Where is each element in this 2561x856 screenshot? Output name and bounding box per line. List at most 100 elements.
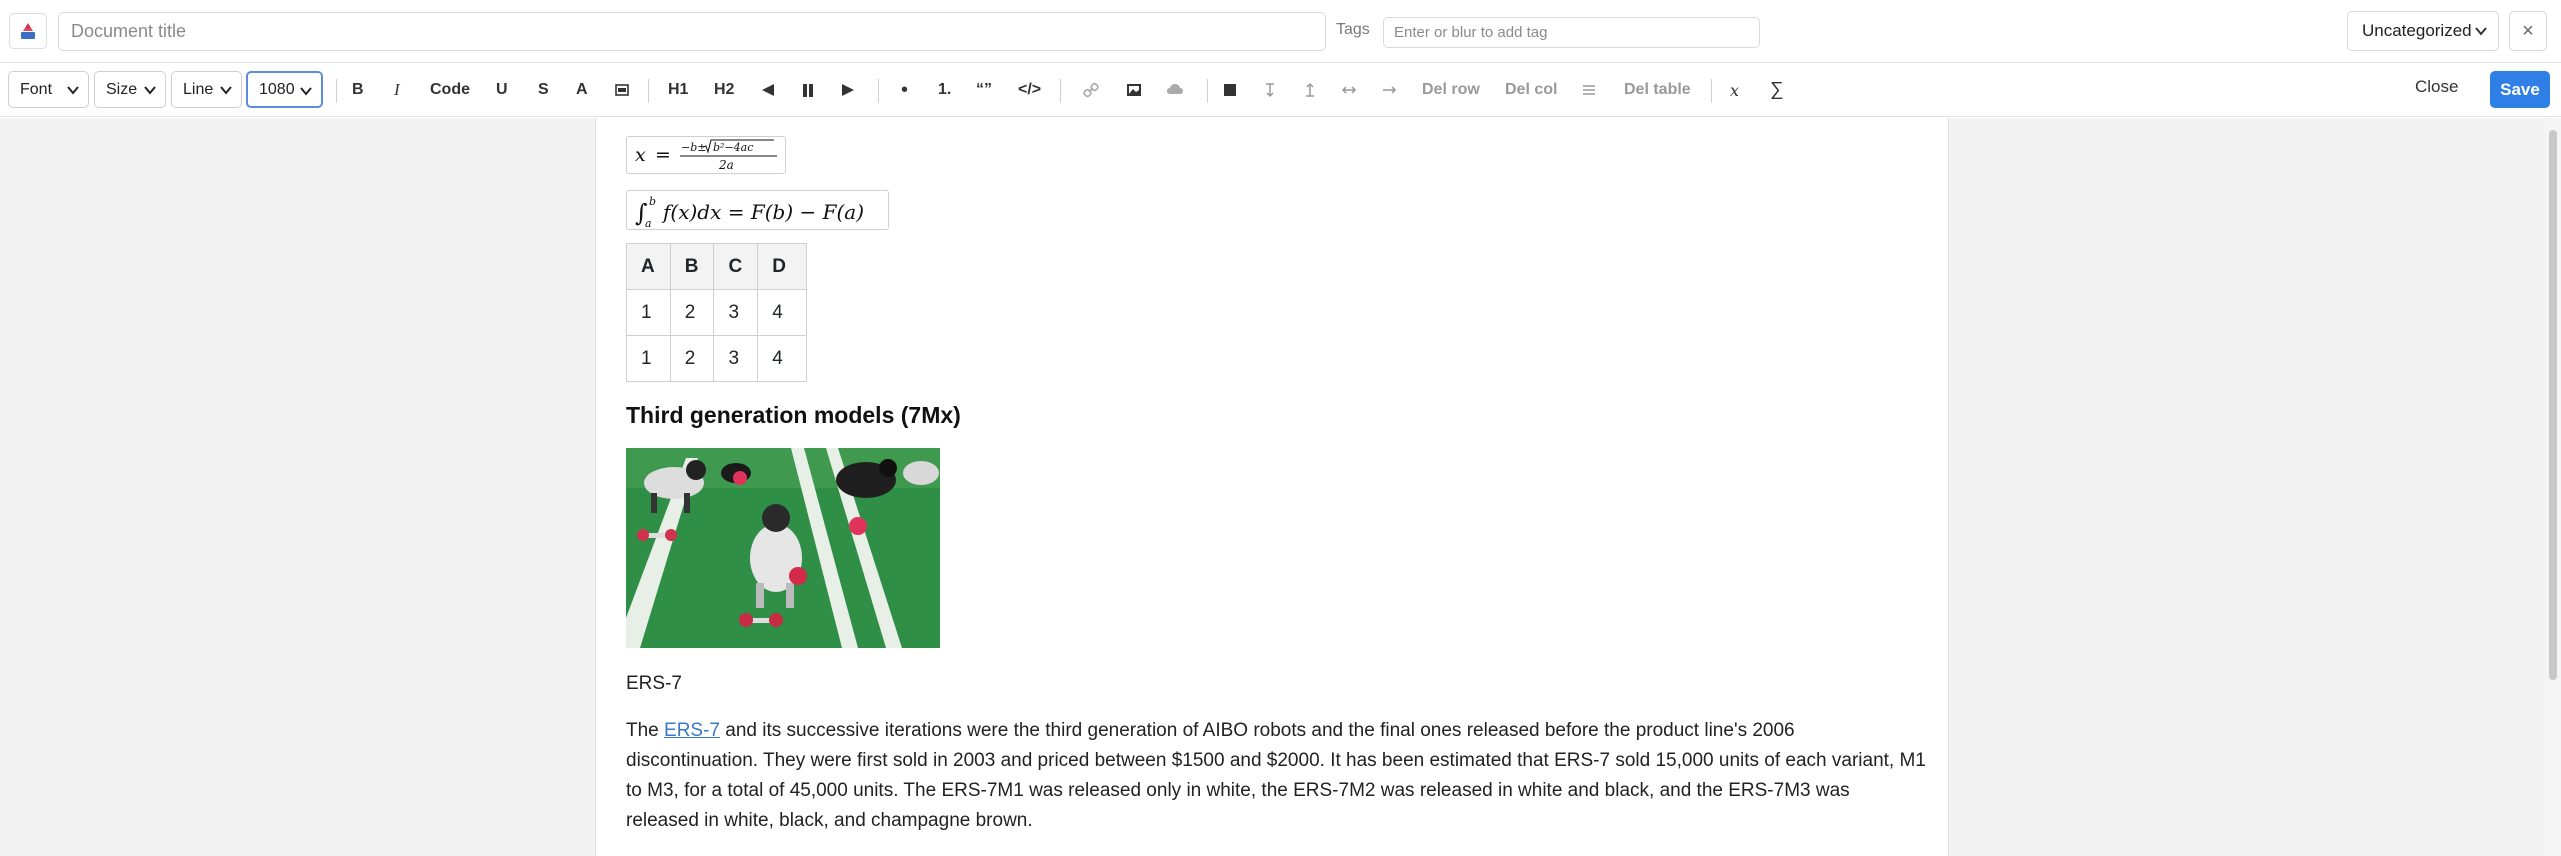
image-icon [1127, 84, 1141, 96]
image-caption: ERS-7 [626, 673, 682, 694]
insert-image-button[interactable] [1126, 77, 1142, 103]
inline-code-button[interactable]: Code [430, 77, 470, 103]
row-insert-below-icon [1306, 82, 1314, 97]
math-block-integral[interactable]: ∫ b a f(x)dx = F(b) − F(a) [626, 190, 889, 230]
highlight-button[interactable] [614, 77, 630, 103]
font-select[interactable]: Font [8, 71, 89, 108]
strikethrough-button[interactable]: S [538, 77, 549, 103]
table-row: 1 2 3 4 [626, 335, 807, 382]
insert-table-button[interactable] [1223, 77, 1237, 103]
table-header-row: A B C D [626, 243, 807, 290]
delete-column-button[interactable]: Del col [1505, 77, 1557, 103]
text-color-button[interactable]: A [576, 77, 588, 103]
merge-cells-icon [1583, 85, 1595, 95]
table-cell[interactable]: 4 [757, 289, 807, 336]
delete-table-button[interactable]: Del table [1624, 77, 1691, 103]
table-header-cell[interactable]: C [713, 243, 759, 290]
highlight-icon [615, 84, 629, 96]
svg-text:2a: 2a [718, 158, 734, 172]
table-cell[interactable]: 3 [713, 335, 759, 382]
font-select-label: Font [20, 80, 53, 98]
table-header-cell[interactable]: D [757, 243, 807, 290]
upload-cloud-button[interactable] [1166, 77, 1184, 103]
size-select[interactable]: Size [94, 71, 166, 108]
table-cell[interactable]: 3 [713, 289, 759, 336]
link-icon [1083, 82, 1099, 98]
underline-button[interactable]: U [496, 77, 508, 103]
section-heading: Third generation models (7Mx) [626, 402, 961, 428]
ordered-list-button[interactable]: 1. [938, 77, 951, 103]
block-math-button[interactable]: ∑ [1770, 77, 1784, 103]
page-width-select[interactable]: 1080 [246, 71, 323, 108]
heading1-button[interactable]: H1 [668, 77, 688, 103]
svg-text:−b±: −b± [681, 141, 706, 154]
tag-input[interactable] [1383, 17, 1760, 48]
toolbar-divider [1207, 79, 1208, 103]
header-bar: Tags Uncategorized × [0, 0, 2561, 63]
svg-text:f(x)dx = F(b) − F(a): f(x)dx = F(b) − F(a) [661, 200, 864, 224]
ers7-link[interactable]: ERS-7 [664, 720, 720, 741]
svg-text:a: a [645, 217, 652, 230]
document-title-input[interactable] [58, 12, 1326, 51]
app-logo-icon [21, 23, 35, 39]
table-cell[interactable]: 1 [626, 335, 671, 382]
vertical-scrollbar[interactable] [2545, 118, 2561, 856]
add-row-after-button[interactable] [1304, 77, 1316, 103]
document-page[interactable]: x = −b± b²−4ac 2a ∫ b a f(x)dx = F(b) − … [595, 118, 1949, 856]
code-block-button[interactable]: </> [1018, 77, 1041, 103]
photo-render [626, 448, 940, 648]
merge-cells-button[interactable] [1582, 77, 1596, 103]
heading2-button[interactable]: H2 [714, 77, 734, 103]
math-block-quadratic[interactable]: x = −b± b²−4ac 2a [626, 136, 786, 174]
toolbar-divider [878, 79, 879, 103]
table-cell[interactable]: 2 [669, 335, 715, 382]
svg-text:b²−4ac: b²−4ac [713, 141, 753, 154]
add-row-before-button[interactable] [1264, 77, 1276, 103]
app-logo-button[interactable] [9, 13, 47, 49]
svg-text:=: = [655, 144, 671, 166]
inline-math-button[interactable]: x [1730, 77, 1739, 103]
table-cell[interactable]: 4 [757, 335, 807, 382]
table-header-cell[interactable]: A [626, 243, 671, 290]
save-button[interactable]: Save [2490, 71, 2550, 108]
editor-canvas: x = −b± b²−4ac 2a ∫ b a f(x)dx = F(b) − … [0, 118, 2561, 856]
table-icon [1224, 84, 1236, 96]
data-table[interactable]: A B C D 1 2 3 4 1 2 3 4 [626, 243, 807, 382]
italic-button[interactable]: I [394, 77, 400, 103]
scrollbar-thumb[interactable] [2549, 130, 2557, 680]
robot-dogs-photo[interactable] [626, 448, 940, 648]
svg-text:x: x [635, 144, 646, 166]
page-width-value: 1080 [259, 80, 295, 98]
align-right-button[interactable] [840, 77, 856, 103]
toolbar-divider [1060, 79, 1061, 103]
table-header-cell[interactable]: B [669, 243, 715, 290]
align-center-button[interactable] [801, 77, 815, 103]
line-height-select[interactable]: Line [171, 71, 242, 108]
category-select[interactable]: Uncategorized [2347, 11, 2499, 51]
paragraph-text: and its successive iterations were the t… [626, 720, 1926, 831]
bullet-list-button[interactable]: • [901, 77, 908, 103]
category-value: Uncategorized [2362, 21, 2472, 40]
add-col-before-button[interactable] [1341, 77, 1357, 103]
link-button[interactable] [1083, 77, 1099, 103]
align-left-button[interactable] [760, 77, 776, 103]
table-row: 1 2 3 4 [626, 289, 807, 336]
row-insert-above-icon [1266, 83, 1274, 98]
chevron-down-icon [144, 86, 156, 95]
table-cell[interactable]: 1 [626, 289, 671, 336]
body-paragraph: The ERS-7 and its successive iterations … [626, 716, 1926, 836]
close-editor-button[interactable]: × [2509, 11, 2547, 51]
blockquote-button[interactable]: “” [976, 77, 992, 103]
add-col-after-button[interactable] [1381, 77, 1397, 103]
formatting-toolbar: Font Size Line 1080 B I Code U S A H1 H2… [0, 63, 2561, 117]
chevron-down-icon [300, 87, 312, 96]
delete-row-button[interactable]: Del row [1422, 77, 1480, 103]
table-cell[interactable]: 2 [669, 289, 715, 336]
chevron-down-icon [67, 86, 79, 95]
toolbar-divider [648, 79, 649, 103]
close-button[interactable]: Close [2415, 77, 2458, 97]
chevron-down-icon [220, 86, 232, 95]
chevron-down-icon [2475, 27, 2487, 36]
cloud-icon [1167, 84, 1183, 94]
bold-button[interactable]: B [352, 77, 364, 103]
